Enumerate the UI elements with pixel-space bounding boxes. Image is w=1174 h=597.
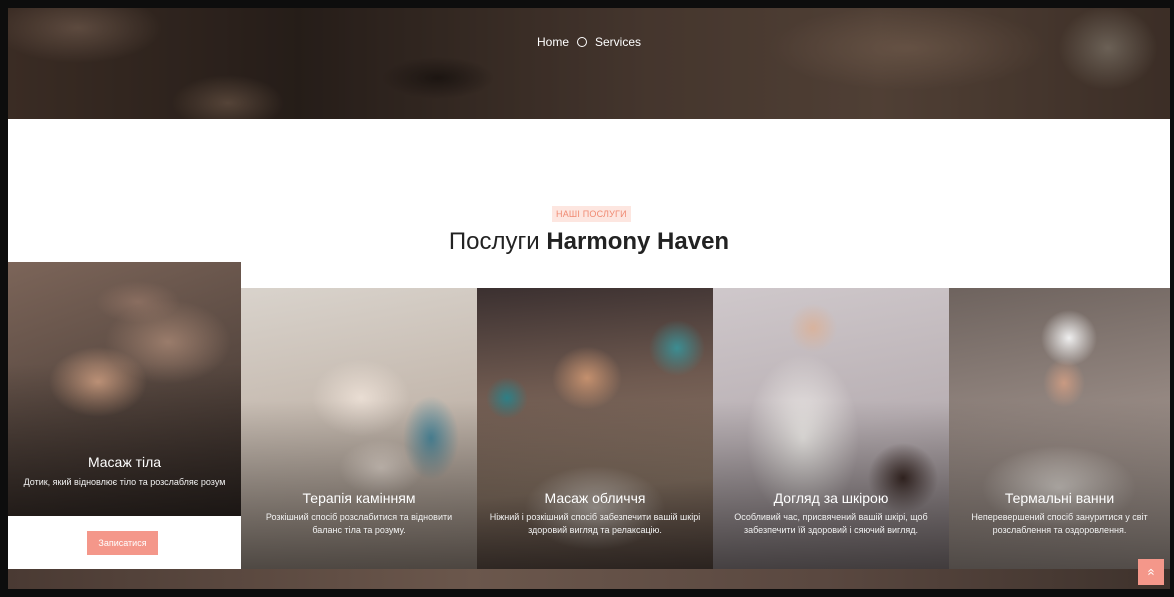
section-title-brand: Harmony Haven (546, 228, 730, 255)
breadcrumb-separator-icon (577, 37, 587, 47)
page-frame: Home Services НАШІ ПОСЛУГИ Послуги Harmo… (0, 0, 1174, 597)
service-title: Масаж обличчя (544, 490, 646, 506)
breadcrumb: Home Services (8, 35, 1170, 49)
section-title-prefix: Послуги (448, 228, 540, 255)
scroll-to-top-button[interactable]: » (1138, 559, 1164, 585)
section-title: Послуги Harmony Haven (8, 228, 1170, 256)
service-card-thermal-baths[interactable]: Термальні ванни Неперевершений спосіб за… (949, 288, 1170, 569)
hero-banner: Home Services (8, 8, 1170, 119)
service-description: Розкішний спосіб розслабитися та віднови… (265, 512, 453, 535)
service-card-skin-care[interactable]: Догляд за шкірою Особливий час, присвяче… (713, 288, 949, 569)
service-description: Дотик, який відновлює тіло та розслабляє… (23, 477, 226, 487)
service-card-stone-therapy[interactable]: Терапія камінням Розкішний спосіб розсла… (241, 288, 477, 569)
service-card-face-massage[interactable]: Масаж обличчя Ніжний і розкішний спосіб … (477, 288, 713, 569)
service-title: Догляд за шкірою (773, 490, 889, 506)
breadcrumb-home-link[interactable]: Home (537, 35, 569, 49)
footer-image-strip (8, 569, 1170, 589)
service-title: Масаж тіла (87, 454, 162, 470)
breadcrumb-current: Services (595, 35, 642, 49)
hero-overlay (8, 8, 1170, 119)
section-badge: НАШІ ПОСЛУГИ (552, 206, 631, 222)
book-button[interactable]: Записатися (87, 531, 158, 555)
service-card-body-massage[interactable]: Масаж тіла Дотик, який відновлює тіло та… (8, 262, 241, 569)
service-description: Ніжний і розкішний спосіб забезпечити ва… (489, 512, 701, 535)
service-title: Терапія камінням (302, 490, 416, 506)
service-description: Неперевершений спосіб зануритися у світ … (971, 512, 1148, 535)
double-chevron-up-icon: » (1142, 568, 1158, 576)
service-title: Термальні ванни (1004, 490, 1115, 506)
service-description: Особливий час, присвячений вашій шкірі, … (734, 512, 928, 535)
